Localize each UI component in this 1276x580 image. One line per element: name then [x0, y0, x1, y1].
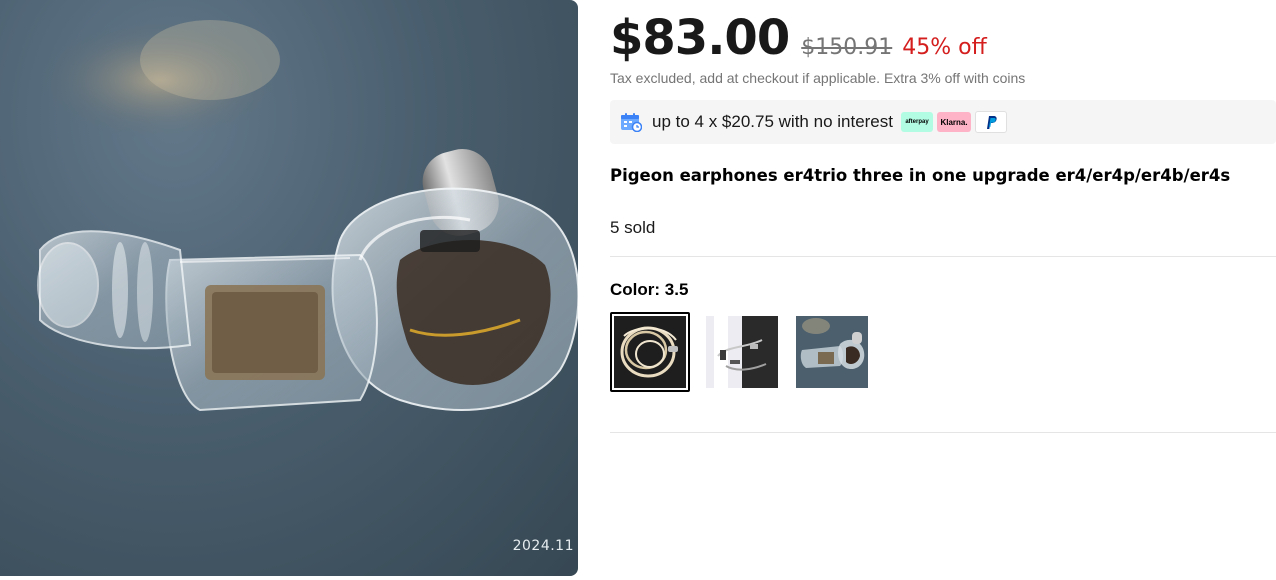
color-swatch-cable-box[interactable]: [702, 312, 782, 392]
sold-count: 5 sold: [610, 218, 656, 237]
product-title: Pigeon earphones er4trio three in one up…: [610, 166, 1231, 185]
color-swatch-cable-coil[interactable]: [610, 312, 690, 392]
afterpay-badge: afterpay: [901, 112, 933, 132]
cable-box-thumbnail: [706, 316, 778, 388]
paypal-icon: [987, 116, 997, 129]
divider: [610, 256, 1276, 257]
discount-label: 45% off: [902, 35, 987, 60]
earphone-photo: [0, 0, 578, 576]
klarna-badge: Klarna.: [937, 112, 971, 132]
installment-banner[interactable]: up to 4 x $20.75 with no interest afterp…: [610, 100, 1276, 144]
divider: [610, 432, 1276, 433]
paypal-badge: [975, 111, 1007, 133]
tax-note: Tax excluded, add at checkout if applica…: [610, 70, 1026, 86]
earphone-thumbnail: [796, 316, 868, 388]
price-row: $83.00 $150.91 45% off: [610, 10, 987, 66]
current-price: $83.00: [610, 10, 790, 66]
color-selected-value: 3.5: [664, 280, 689, 299]
installment-text: up to 4 x $20.75 with no interest: [652, 112, 893, 131]
cable-coil-thumbnail: [614, 316, 686, 388]
color-label-prefix: Color:: [610, 280, 665, 299]
color-label: Color: 3.5: [610, 280, 688, 300]
product-image[interactable]: 2024.11: [0, 0, 578, 576]
image-date-stamp: 2024.11: [512, 538, 574, 554]
color-swatch-earphone[interactable]: [792, 312, 872, 392]
calendar-payment-icon: [621, 113, 642, 132]
original-price: $150.91: [801, 35, 893, 60]
